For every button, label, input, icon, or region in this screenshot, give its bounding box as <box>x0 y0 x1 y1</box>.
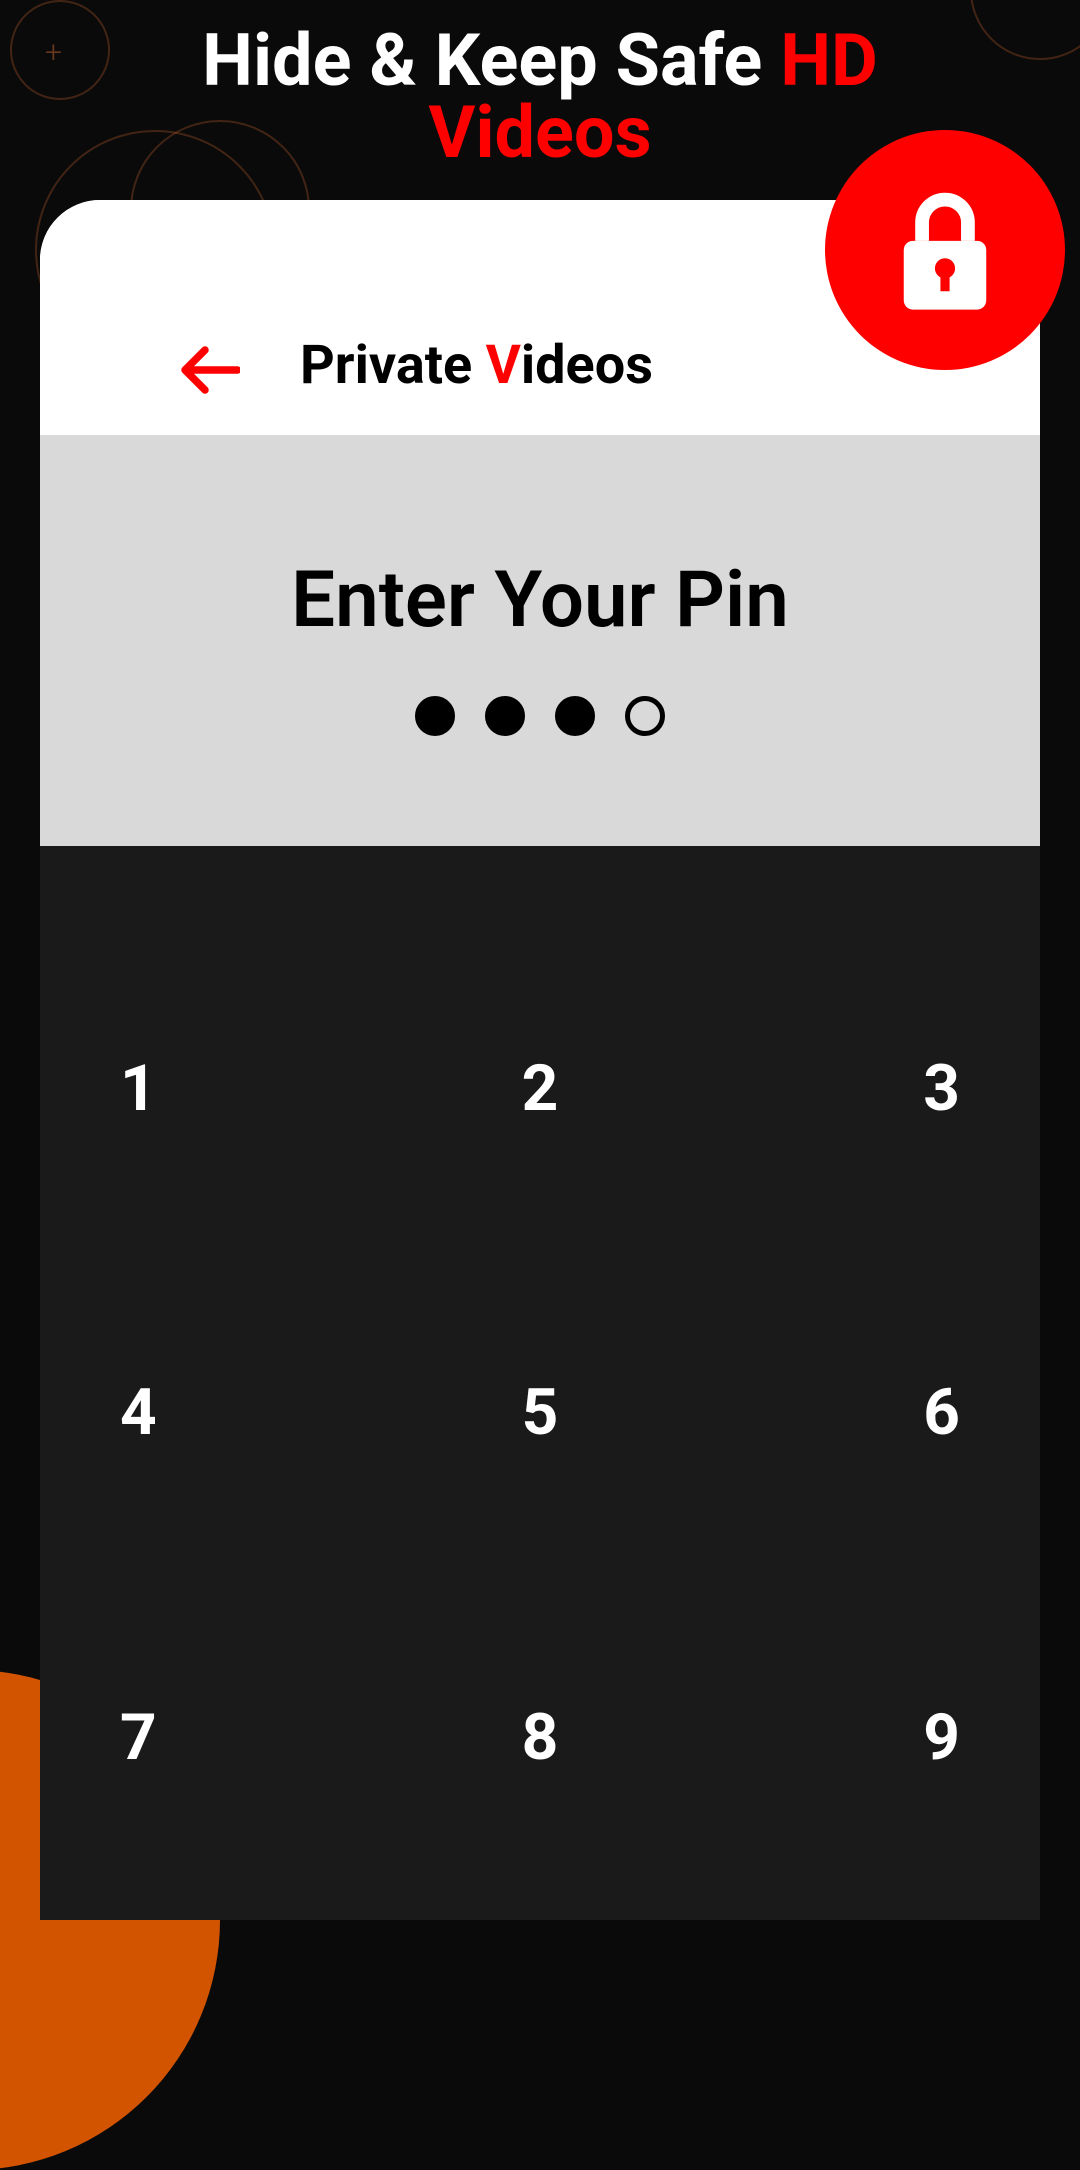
lock-badge <box>825 130 1065 370</box>
keypad-key-1[interactable]: 1 <box>100 926 393 1251</box>
lock-icon <box>890 185 1000 315</box>
pin-dot <box>485 696 525 736</box>
keypad-key-5[interactable]: 5 <box>393 1251 686 1576</box>
pin-dot <box>415 696 455 736</box>
keypad-key-2[interactable]: 2 <box>393 926 686 1251</box>
numeric-keypad: 1 2 3 4 5 6 7 8 9 <box>40 846 1040 1920</box>
keypad-key-3[interactable]: 3 <box>687 926 980 1251</box>
pin-section: Enter Your Pin <box>40 435 1040 846</box>
pin-dot <box>555 696 595 736</box>
back-arrow-icon[interactable] <box>180 345 240 395</box>
pin-dot <box>625 696 665 736</box>
keypad-key-4[interactable]: 4 <box>100 1251 393 1576</box>
keypad-key-6[interactable]: 6 <box>687 1251 980 1576</box>
pin-entry-card: Private Videos Enter Your Pin 1 2 3 4 5 … <box>40 200 1040 1920</box>
card-title: Private Videos <box>300 334 653 397</box>
keypad-key-7[interactable]: 7 <box>100 1575 393 1900</box>
pin-dots-container <box>40 696 1040 736</box>
keypad-key-9[interactable]: 9 <box>687 1575 980 1900</box>
keypad-key-8[interactable]: 8 <box>393 1575 686 1900</box>
pin-prompt: Enter Your Pin <box>40 555 1040 646</box>
